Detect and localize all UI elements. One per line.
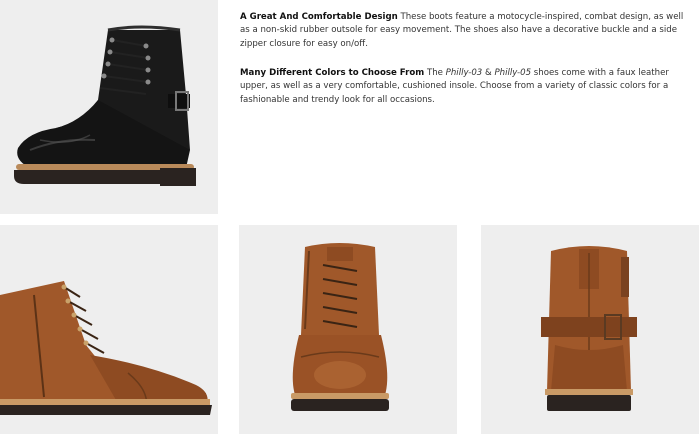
feature-heading: Many Different Colors to Choose From — [240, 68, 425, 78]
feature-intro: The — [424, 68, 446, 78]
model-name: Philly-03 — [445, 68, 483, 78]
feature-joiner: & — [482, 68, 495, 78]
model-name: Philly-05 — [494, 68, 532, 78]
feature-description-colors: Many Different Colors to Choose From The… — [240, 67, 692, 107]
feature-description-design: A Great And Comfortable Design These boo… — [240, 11, 692, 51]
brown-boot-side-illustration — [0, 281, 212, 415]
product-image-black-boot — [0, 0, 218, 214]
product-image-brown-boot-back — [481, 225, 699, 434]
product-image-brown-boot-side — [0, 225, 218, 434]
black-boot-illustration — [14, 25, 196, 186]
feature-heading: A Great And Comfortable Design — [240, 12, 398, 22]
product-image-brown-boot-front — [239, 225, 457, 434]
brown-boot-front-illustration — [291, 243, 389, 411]
brown-boot-back-illustration — [541, 246, 637, 411]
